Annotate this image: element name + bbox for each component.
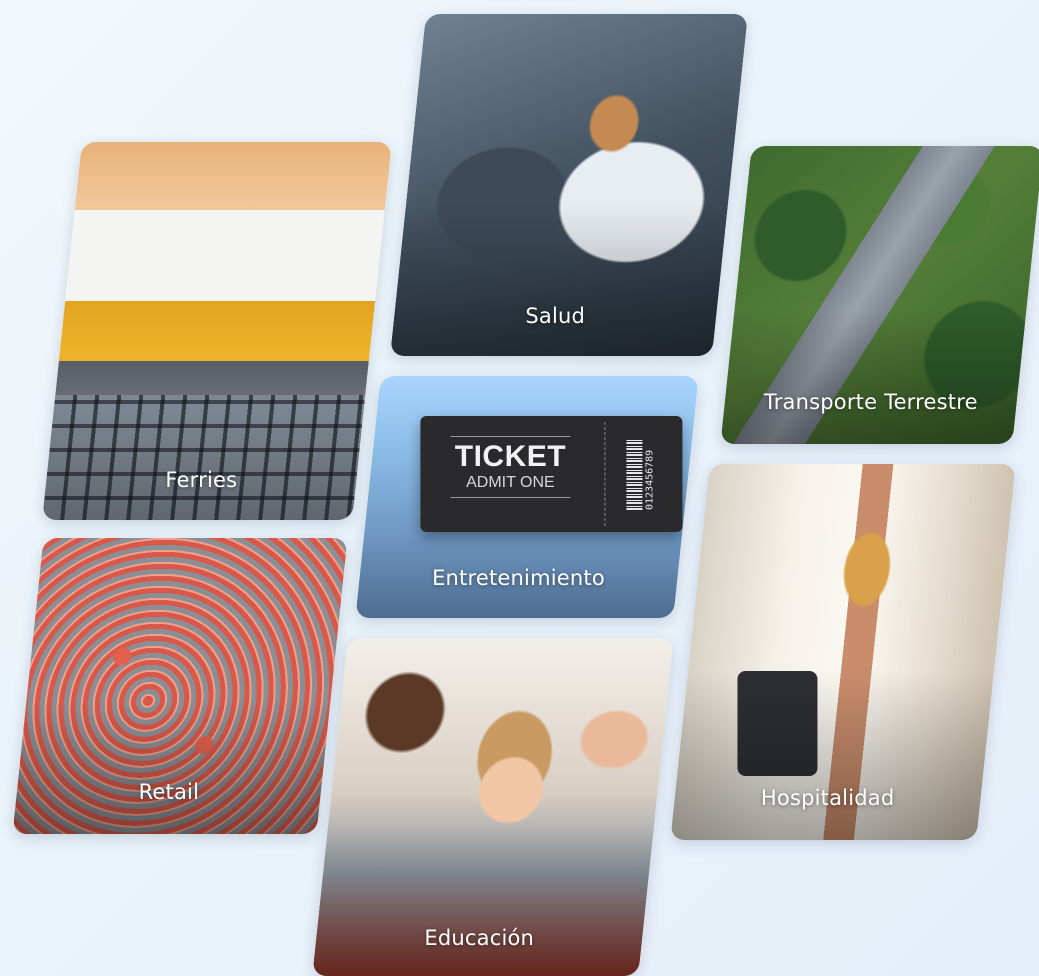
tile-hospitalidad[interactable]: Hospitalidad <box>670 464 1016 840</box>
tile-label-educacion: Educación <box>424 926 535 950</box>
tile-label-ferries: Ferries <box>165 468 238 492</box>
tile-label-retail: Retail <box>138 780 200 804</box>
industry-collage: Ferries Salud Transporte Terrestre TICKE… <box>0 0 1039 976</box>
tile-salud[interactable]: Salud <box>390 14 748 356</box>
barcode-icon <box>626 440 643 510</box>
tile-ferries[interactable]: Ferries <box>42 142 392 520</box>
tile-label-hospitalidad: Hospitalidad <box>760 786 895 810</box>
ticket-perforation <box>604 422 606 526</box>
tile-educacion[interactable]: Educación <box>312 638 674 976</box>
tile-retail[interactable]: Retail <box>12 538 348 834</box>
tile-label-transporte-terrestre: Transporte Terrestre <box>763 390 978 414</box>
tile-label-entretenimiento: Entretenimiento <box>432 566 605 590</box>
ticket-subtitle: ADMIT ONE <box>466 474 555 491</box>
tile-label-salud: Salud <box>525 304 586 328</box>
tile-entretenimiento[interactable]: TICKET ADMIT ONE 0123456789 Entretenimie… <box>355 376 699 618</box>
ticket-graphic: TICKET ADMIT ONE 0123456789 <box>420 416 683 532</box>
ticket-barcode-number: 0123456789 <box>644 449 656 510</box>
tile-transporte-terrestre[interactable]: Transporte Terrestre <box>720 146 1039 444</box>
ticket-title: TICKET <box>454 440 567 473</box>
